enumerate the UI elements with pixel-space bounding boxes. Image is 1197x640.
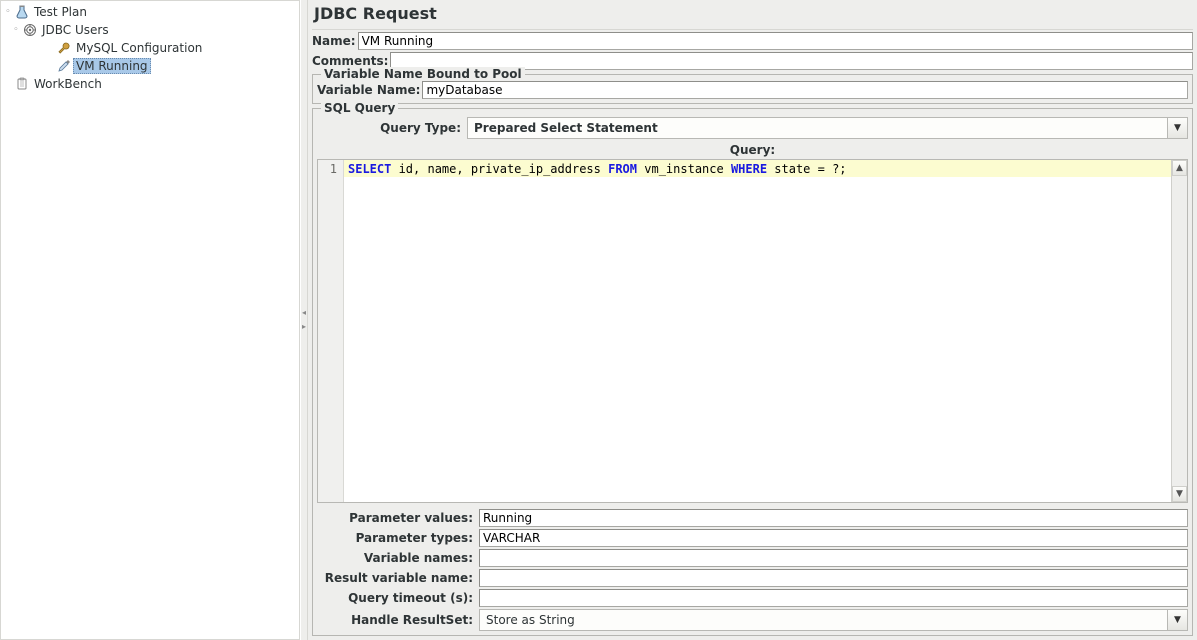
tree-item-label: Test Plan xyxy=(31,5,90,19)
page-title: JDBC Request xyxy=(312,2,1193,30)
chevron-left-icon: ◂ xyxy=(302,308,306,318)
sql-params-grid: Parameter values: Parameter types: Varia… xyxy=(317,507,1188,631)
tree-item-label: JDBC Users xyxy=(39,23,112,37)
query-editor[interactable]: 1 SELECT id, name, private_ip_address FR… xyxy=(317,159,1188,503)
param-values-input[interactable] xyxy=(479,509,1188,527)
var-pool-legend: Variable Name Bound to Pool xyxy=(321,67,525,81)
var-name-input[interactable] xyxy=(422,81,1188,99)
beaker-icon xyxy=(13,5,31,19)
tree-toggle-icon[interactable]: ◦ xyxy=(3,7,13,17)
config-wrench-icon xyxy=(55,41,73,55)
query-type-row: Query Type: Prepared Select Statement ▼ xyxy=(317,117,1188,139)
clipboard-icon xyxy=(13,77,31,91)
handle-rs-value: Store as String xyxy=(480,613,1167,627)
comments-label: Comments: xyxy=(312,54,388,68)
chevron-right-icon: ▸ xyxy=(302,322,306,332)
var-name-label: Variable Name: xyxy=(317,83,420,97)
var-pool-fieldset: Variable Name Bound to Pool Variable Nam… xyxy=(312,74,1193,104)
query-type-value: Prepared Select Statement xyxy=(468,121,1167,135)
handle-rs-select[interactable]: Store as String ▼ xyxy=(479,609,1188,631)
sql-query-fieldset: SQL Query Query Type: Prepared Select St… xyxy=(312,108,1193,636)
main-panel: JDBC Request Name: Comments: Variable Na… xyxy=(308,0,1197,640)
line-number-gutter: 1 xyxy=(318,160,344,502)
name-row: Name: xyxy=(312,32,1193,50)
query-timeout-input[interactable] xyxy=(479,589,1188,607)
tree-panel[interactable]: ◦ Test Plan ◦ JDBC Users MySQL Configura… xyxy=(0,0,300,640)
vertical-scrollbar[interactable]: ▲ ▼ xyxy=(1171,160,1187,502)
result-var-input[interactable] xyxy=(479,569,1188,587)
tree-item-mysql-config[interactable]: MySQL Configuration xyxy=(1,39,299,57)
scroll-down-icon[interactable]: ▼ xyxy=(1172,486,1187,502)
sampler-pipette-icon xyxy=(55,59,73,73)
query-timeout-label: Query timeout (s): xyxy=(317,591,477,605)
var-names-label: Variable names: xyxy=(317,551,477,565)
app-root: ◦ Test Plan ◦ JDBC Users MySQL Configura… xyxy=(0,0,1197,640)
var-names-input[interactable] xyxy=(479,549,1188,567)
handle-rs-label: Handle ResultSet: xyxy=(317,613,477,627)
thread-group-icon xyxy=(21,23,39,37)
name-input[interactable] xyxy=(358,32,1193,50)
tree-item-label: WorkBench xyxy=(31,77,105,91)
tree-item-test-plan[interactable]: ◦ Test Plan xyxy=(1,3,299,21)
tree-item-label: VM Running xyxy=(73,58,151,74)
sql-code-area[interactable]: SELECT id, name, private_ip_address FROM… xyxy=(344,160,1171,502)
tree-item-vm-running[interactable]: VM Running xyxy=(1,57,299,75)
sql-code-line[interactable]: SELECT id, name, private_ip_address FROM… xyxy=(344,160,1171,177)
scroll-up-icon[interactable]: ▲ xyxy=(1172,160,1187,176)
splitter-handle[interactable]: ◂ ▸ xyxy=(300,0,308,640)
tree-item-jdbc-users[interactable]: ◦ JDBC Users xyxy=(1,21,299,39)
chevron-down-icon[interactable]: ▼ xyxy=(1167,118,1187,138)
chevron-down-icon[interactable]: ▼ xyxy=(1167,610,1187,630)
tree-item-label: MySQL Configuration xyxy=(73,41,205,55)
name-label: Name: xyxy=(312,34,356,48)
query-type-select[interactable]: Prepared Select Statement ▼ xyxy=(467,117,1188,139)
tree-toggle-icon[interactable]: ◦ xyxy=(11,25,21,35)
query-header-label: Query: xyxy=(317,143,1188,157)
param-values-label: Parameter values: xyxy=(317,511,477,525)
sql-query-legend: SQL Query xyxy=(321,101,398,115)
param-types-label: Parameter types: xyxy=(317,531,477,545)
tree-item-workbench[interactable]: WorkBench xyxy=(1,75,299,93)
query-type-label: Query Type: xyxy=(317,121,467,135)
result-var-label: Result variable name: xyxy=(317,571,477,585)
param-types-input[interactable] xyxy=(479,529,1188,547)
